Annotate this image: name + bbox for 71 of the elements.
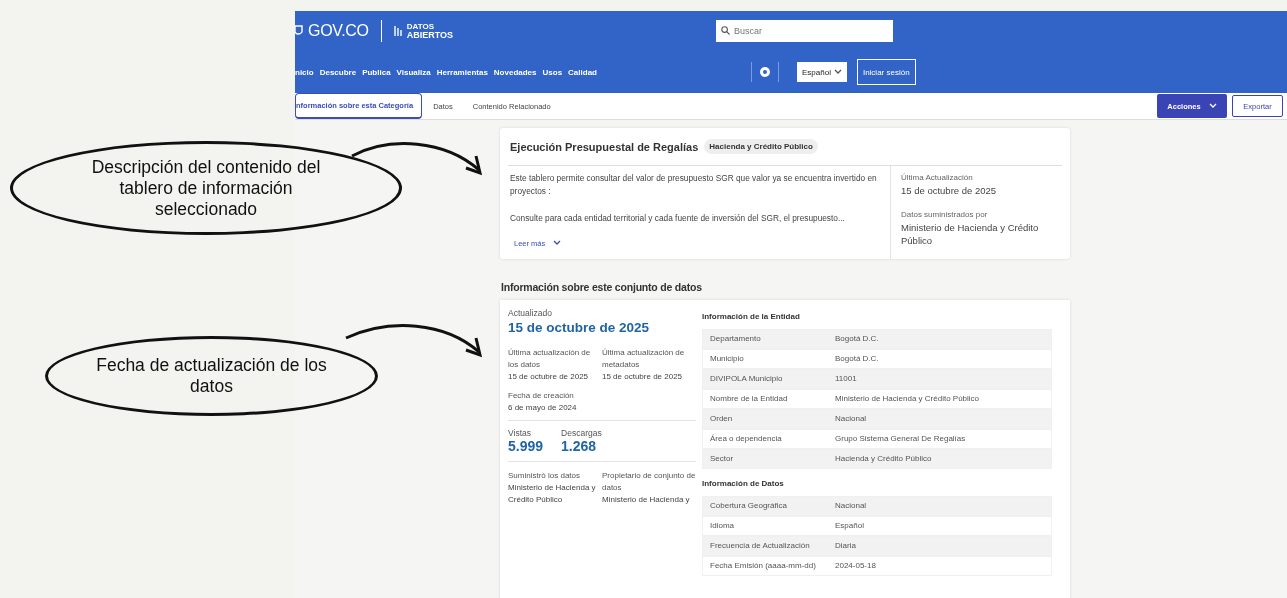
search-field[interactable]: Buscar bbox=[716, 20, 893, 42]
stat-label: Descargas bbox=[561, 428, 602, 439]
table-cell-text: Sector bbox=[709, 453, 735, 466]
caret-icon bbox=[833, 69, 842, 75]
nav-link[interactable]: Descubre bbox=[319, 67, 357, 77]
field-value: Ministerio de Hacienda y bbox=[602, 493, 691, 506]
field-label: Actualizado bbox=[508, 308, 553, 319]
emblem-icon bbox=[295, 24, 304, 38]
caret-icon bbox=[553, 240, 562, 247]
table-title: Información de la Entidad bbox=[702, 312, 801, 322]
login-button[interactable]: Iniciar sesión bbox=[856, 59, 916, 85]
field-label: Suministró los datos bbox=[508, 470, 582, 482]
field-label: Datos suministrados por bbox=[901, 209, 989, 219]
table-cell-text: Nacional bbox=[834, 500, 868, 513]
table-cell-text: Cobertura Geográfica bbox=[709, 500, 788, 513]
table-cell-text: Ministerio de Hacienda y Crédito Público bbox=[834, 393, 981, 406]
field-label: Última actualización de metadatos bbox=[602, 347, 686, 371]
table-cell-text: Departamento bbox=[709, 333, 762, 346]
table-cell-text: Nombre de la Entidad bbox=[709, 393, 789, 406]
nav-link[interactable]: nicio bbox=[295, 67, 314, 77]
table-cell-text: 2024-05-18 bbox=[834, 560, 877, 573]
nav-link[interactable]: Novedades bbox=[493, 67, 537, 77]
table-cell-text: Diaria bbox=[834, 540, 857, 553]
field-label: Fecha de creación bbox=[508, 390, 575, 402]
field-value: 6 de mayo de 2024 bbox=[508, 401, 578, 414]
category-tag: Hacienda y Crédito Público bbox=[704, 139, 818, 154]
logo-mark-icon bbox=[393, 25, 403, 37]
circle-icon[interactable] bbox=[760, 67, 770, 77]
field-value: Ministerio de Hacienda y Crédito Público bbox=[508, 482, 597, 506]
table-cell-text: Orden bbox=[709, 413, 734, 426]
card-title: Ejecución Presupuestal de Regalías bbox=[510, 140, 699, 153]
table-cell-text: Área o dependencia bbox=[709, 433, 783, 446]
stat-label: Vistas bbox=[508, 428, 532, 439]
callout-text: Fecha de actualización de los datos bbox=[95, 355, 328, 397]
nav-link[interactable]: Herramientas bbox=[436, 67, 488, 77]
table-cell-text: Grupo Sistema General De Regalías bbox=[834, 433, 967, 446]
field-label: Última Actualización bbox=[901, 173, 974, 182]
section-heading: Información sobre este conjunto de datos bbox=[501, 281, 703, 294]
site-logo[interactable]: GOV.CO bbox=[308, 22, 369, 40]
nav-link[interactable]: Usos bbox=[542, 67, 563, 77]
nav-link[interactable]: Calidad bbox=[568, 67, 597, 77]
field-value: 15 de octubre de 2025 bbox=[602, 370, 684, 383]
field-value: 15 de octubre de 2025 bbox=[508, 370, 590, 383]
table-cell-text: Nacional bbox=[834, 413, 868, 426]
table-cell-text: Español bbox=[834, 520, 865, 533]
logo-wordmark: ABIERTOS bbox=[406, 30, 454, 40]
description-text: Este tablero permite consultar del valor de presupuesto SGR que valor ya se encuentra invertido en proyectos : bbox=[510, 172, 878, 198]
table-cell-text: DIVIPOLA Municipio bbox=[709, 373, 784, 386]
table-cell-text: Hacienda y Crédito Público bbox=[834, 453, 933, 466]
nav-link[interactable]: Publica bbox=[362, 67, 391, 77]
table-cell-text: Idioma bbox=[709, 520, 735, 533]
table-cell-text: Fecha Emisión (aaaa-mm-dd) bbox=[709, 560, 817, 573]
stat-value: 1.268 bbox=[561, 438, 598, 455]
field-label: Propietario de conjunto de datos bbox=[602, 470, 696, 494]
table-cell-text: Bogotá D.C. bbox=[834, 353, 880, 366]
caret-icon bbox=[1208, 103, 1217, 109]
stat-value: 5.999 bbox=[508, 438, 544, 455]
field-value: 15 de octubre de 2025 bbox=[901, 185, 998, 198]
language-select[interactable]: Español bbox=[797, 62, 847, 82]
callout-text: Descripción del contenido del tablero de información seleccionado bbox=[90, 156, 322, 220]
table-cell-text: Bogotá D.C. bbox=[834, 333, 880, 346]
update-date: 15 de octubre de 2025 bbox=[508, 320, 651, 336]
table-cell-text: 11001 bbox=[834, 373, 858, 386]
logo-caption: DATOS bbox=[406, 22, 435, 31]
table-cell-text: Municipio bbox=[709, 353, 745, 366]
table-cell-text: Frecuencia de Actualización bbox=[709, 540, 811, 553]
field-label: Última actualización de los datos bbox=[508, 347, 592, 371]
description-text: Consulte para cada entidad territorial y cada fuente de inversión del SGR, el presupuesto... bbox=[510, 211, 846, 225]
table-title: Información de Datos bbox=[702, 479, 785, 489]
nav-link[interactable]: Visualiza bbox=[396, 67, 431, 77]
field-value: Ministerio de Hacienda y Crédito Público bbox=[901, 221, 1040, 248]
